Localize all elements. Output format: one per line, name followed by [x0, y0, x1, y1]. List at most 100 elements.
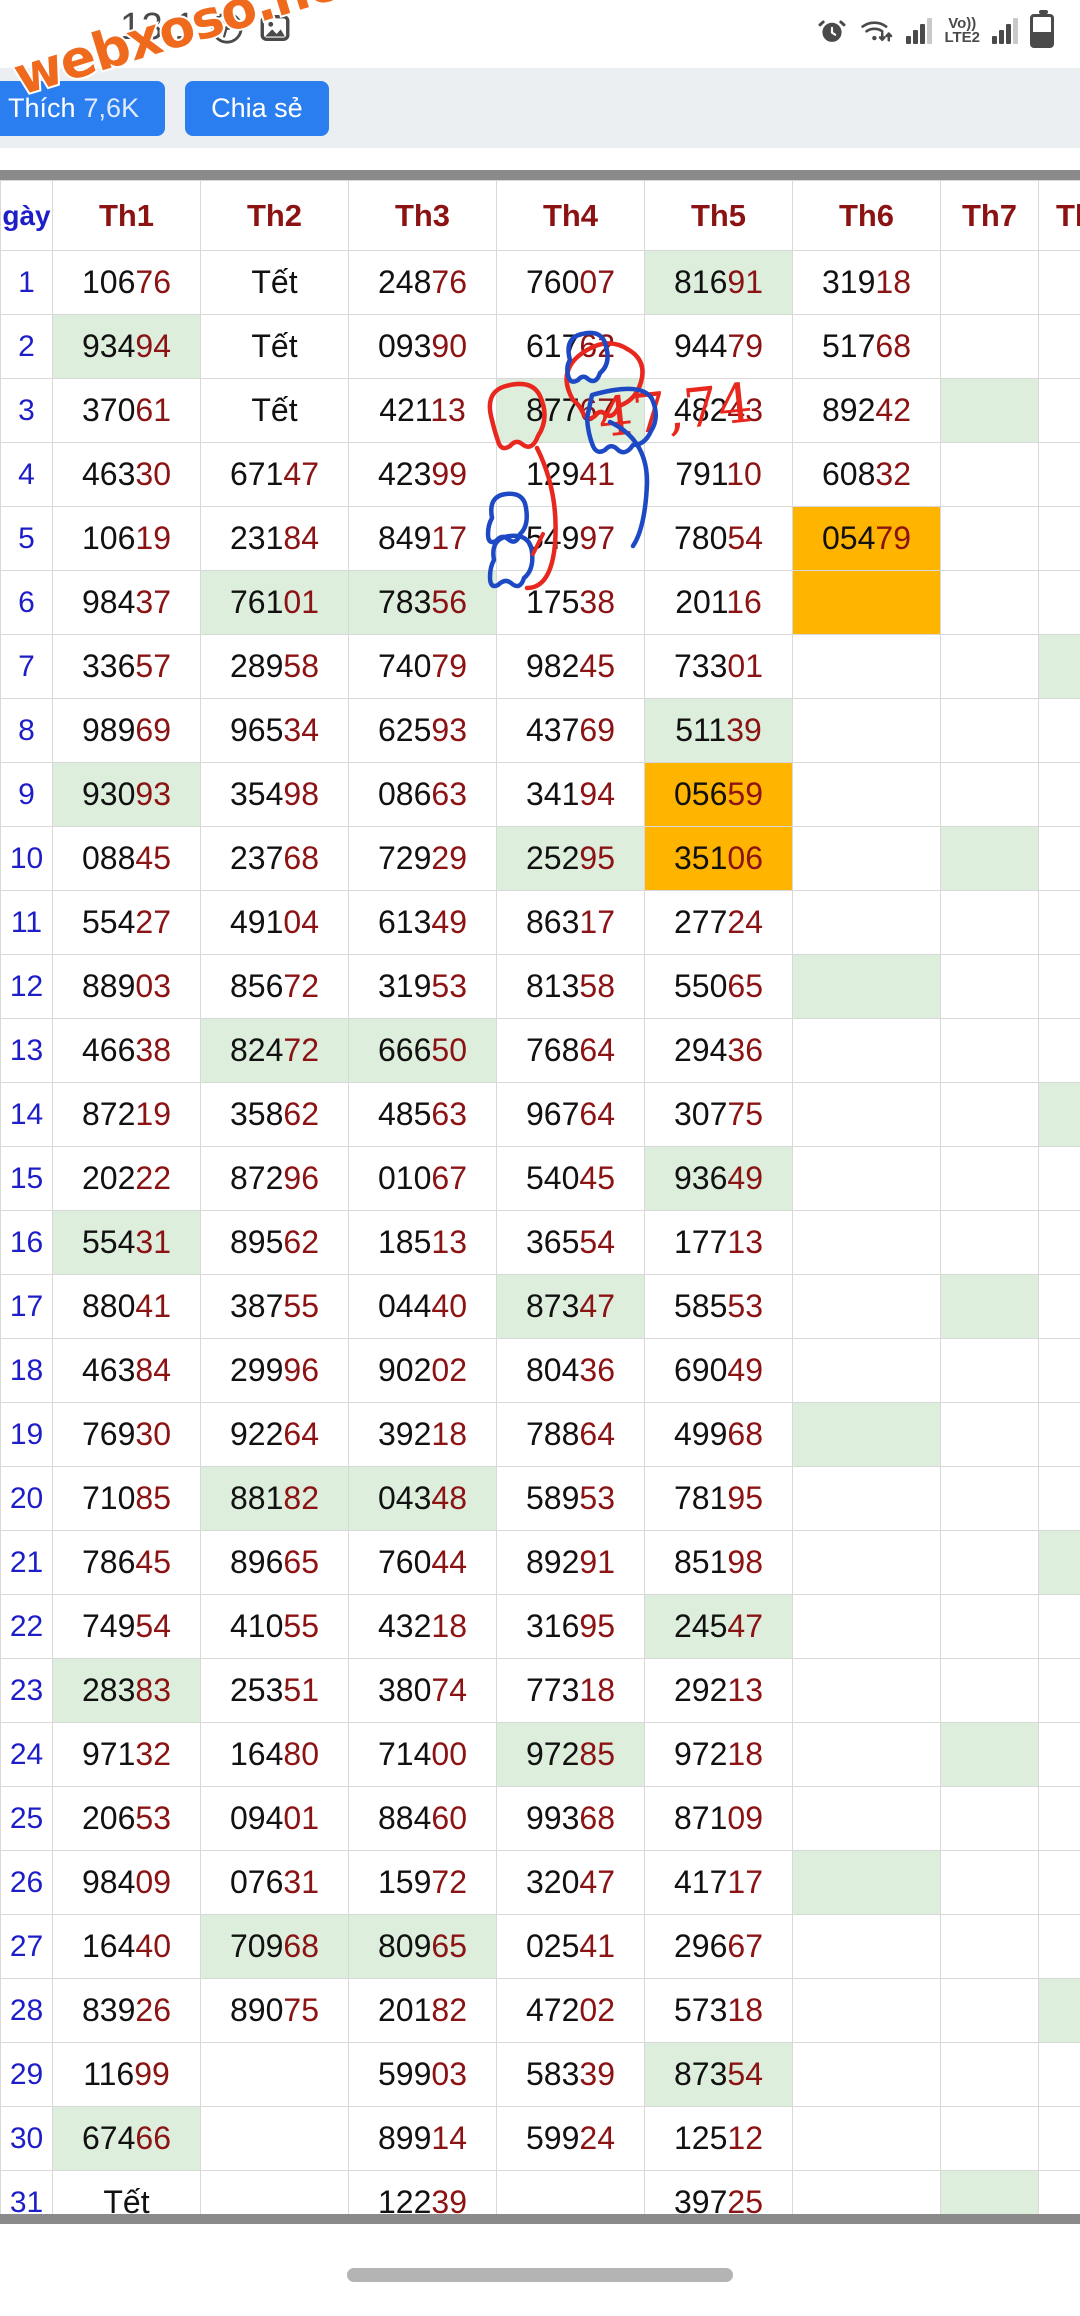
result-cell: 85198: [644, 1530, 793, 1595]
result-prefix: 839: [82, 1992, 136, 2028]
result-cell: [1038, 1978, 1080, 2043]
result-suffix: 47: [283, 456, 319, 492]
result-cell: 97218: [644, 1722, 793, 1787]
result-suffix: 48: [431, 1480, 467, 1516]
result-cell: 51768: [792, 314, 941, 379]
result-cell: 94479: [644, 314, 793, 379]
result-cell: [1038, 1082, 1080, 1147]
result-prefix: 237: [230, 840, 284, 876]
result-cell: 80436: [496, 1338, 645, 1403]
result-cell: 38755: [200, 1274, 349, 1339]
result-prefix: 511: [675, 712, 727, 748]
result-suffix: 24: [727, 904, 763, 940]
result-suffix: 01: [283, 1800, 319, 1836]
result-prefix: 299: [230, 1352, 284, 1388]
result-prefix: 206: [82, 1800, 136, 1836]
result-suffix: 93: [135, 776, 171, 812]
home-handle[interactable]: [347, 2268, 733, 2282]
result-prefix: 296: [674, 1928, 728, 1964]
result-cell: [1038, 1786, 1080, 1851]
result-suffix: 47: [579, 1864, 615, 1900]
result-cell: 43218: [348, 1594, 497, 1659]
result-prefix: 392: [378, 1416, 432, 1452]
day-cell: 8: [0, 698, 53, 763]
result-suffix: 67: [727, 1928, 763, 1964]
result-cell: 43769: [496, 698, 645, 763]
result-cell: [792, 2106, 941, 2171]
result-cell: 08845: [52, 826, 201, 891]
result-suffix: 13: [430, 392, 466, 428]
result-suffix: 76: [431, 264, 467, 300]
day-cell: 27: [0, 1914, 53, 1979]
result-cell: 89075: [200, 1978, 349, 2043]
result-prefix: 984: [82, 1864, 136, 1900]
result-cell: [1038, 954, 1080, 1019]
status-bar-left: 13:1: [120, 6, 292, 49]
result-prefix: 370: [82, 392, 136, 428]
result-cell: [940, 1850, 1039, 1915]
result-prefix: 336: [82, 648, 136, 684]
result-prefix: 472: [526, 1992, 580, 2028]
result-cell: 09401: [200, 1786, 349, 1851]
result-suffix: 69: [135, 712, 171, 748]
result-prefix: 982: [526, 648, 580, 684]
result-prefix: 871: [674, 1800, 728, 1836]
result-cell: [940, 1018, 1039, 1083]
result-cell: [1038, 506, 1080, 571]
result-suffix: 30: [135, 1416, 171, 1452]
result-cell: [200, 2042, 349, 2107]
table-bottom-rule: [0, 2214, 1080, 2224]
result-suffix: 47: [727, 1608, 763, 1644]
result-cell: 80965: [348, 1914, 497, 1979]
result-cell: 88041: [52, 1274, 201, 1339]
result-suffix: 34: [283, 712, 319, 748]
result-cell: [940, 762, 1039, 827]
image-icon: [260, 14, 290, 41]
result-cell: 28958: [200, 634, 349, 699]
result-cell: 81691: [644, 250, 793, 315]
result-cell: [792, 1274, 941, 1339]
result-suffix: 17: [431, 520, 467, 556]
day-cell: 22: [0, 1594, 53, 1659]
result-cell: 71085: [52, 1466, 201, 1531]
result-cell: [940, 890, 1039, 955]
results-table-container[interactable]: gàyTh1Th2Th3Th4Th5Th6Th7Th8 110676Tết248…: [0, 170, 1080, 2222]
share-button[interactable]: Chia sẻ: [185, 80, 329, 136]
result-suffix: 39: [726, 712, 762, 748]
result-cell: 87767: [496, 378, 645, 443]
table-row: 2 93494 Tết 09390 61762 94479 51768: [0, 314, 1080, 379]
table-row: 18 46384 29996 90202 80436 69049: [0, 1338, 1080, 1403]
result-cell: 82472: [200, 1018, 349, 1083]
screen-root: 13:1 Vo)) LTE2 Thích 7,6K Chia sẻ webxos…: [0, 0, 1080, 2316]
result-cell: 35106: [644, 826, 793, 891]
result-cell: 58953: [496, 1466, 645, 1531]
result-cell: 76864: [496, 1018, 645, 1083]
result-suffix: 85: [135, 1480, 171, 1516]
result-suffix: 62: [283, 1096, 319, 1132]
like-button[interactable]: Thích 7,6K: [0, 80, 166, 136]
result-prefix: 277: [674, 904, 728, 940]
result-cell: 76044: [348, 1530, 497, 1595]
result-suffix: 75: [283, 1992, 319, 2028]
result-prefix: 729: [378, 840, 432, 876]
result-prefix: 892: [526, 1544, 580, 1580]
result-suffix: 17: [727, 1864, 763, 1900]
clock: 13:1: [120, 6, 196, 48]
result-prefix: 106: [82, 520, 136, 556]
day-cell: 10: [0, 826, 53, 891]
result-prefix: 902: [378, 1352, 432, 1388]
result-suffix: 30: [135, 456, 171, 492]
result-prefix: 043: [378, 1480, 432, 1516]
result-prefix: 972: [526, 1736, 580, 1772]
result-suffix: 54: [579, 1224, 615, 1260]
result-prefix: 740: [378, 648, 432, 684]
day-cell: 26: [0, 1850, 53, 1915]
result-cell: [1038, 1722, 1080, 1787]
result-prefix: 292: [674, 1672, 728, 1708]
result-cell: 29996: [200, 1338, 349, 1403]
result-suffix: 55: [283, 1288, 319, 1324]
day-cell: 7: [0, 634, 53, 699]
column-header-th3: Th3: [348, 180, 497, 251]
result-prefix: 307: [674, 1096, 728, 1132]
day-cell: 21: [0, 1530, 53, 1595]
